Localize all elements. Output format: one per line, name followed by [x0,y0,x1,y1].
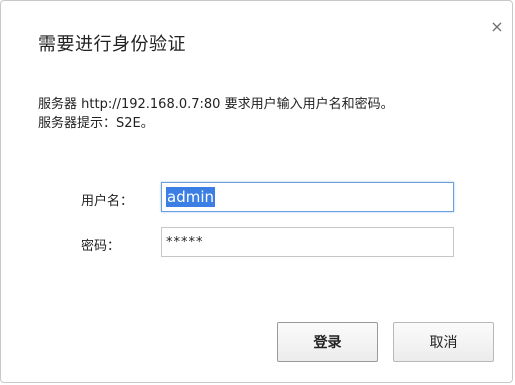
server-hint-text: 服务器提示：S2E。 [38,116,154,131]
password-label: 密码： [81,239,121,254]
username-value: admin [166,187,215,207]
password-input[interactable]: ***** [161,227,454,257]
close-icon[interactable]: × [489,19,505,35]
server-request-text: 服务器 http://192.168.0.7:80 要求用户输入用户名和密码。 [38,97,394,112]
auth-dialog: 需要进行身份验证 × 服务器 http://192.168.0.7:80 要求用… [0,0,513,383]
dialog-title: 需要进行身份验证 [38,34,186,55]
username-label: 用户名： [81,194,134,209]
auth-message: 服务器 http://192.168.0.7:80 要求用户输入用户名和密码。 … [38,95,394,133]
login-button[interactable]: 登录 [277,322,378,362]
username-input[interactable]: admin [161,182,454,212]
password-value: ***** [166,234,204,250]
cancel-button[interactable]: 取消 [393,322,494,362]
